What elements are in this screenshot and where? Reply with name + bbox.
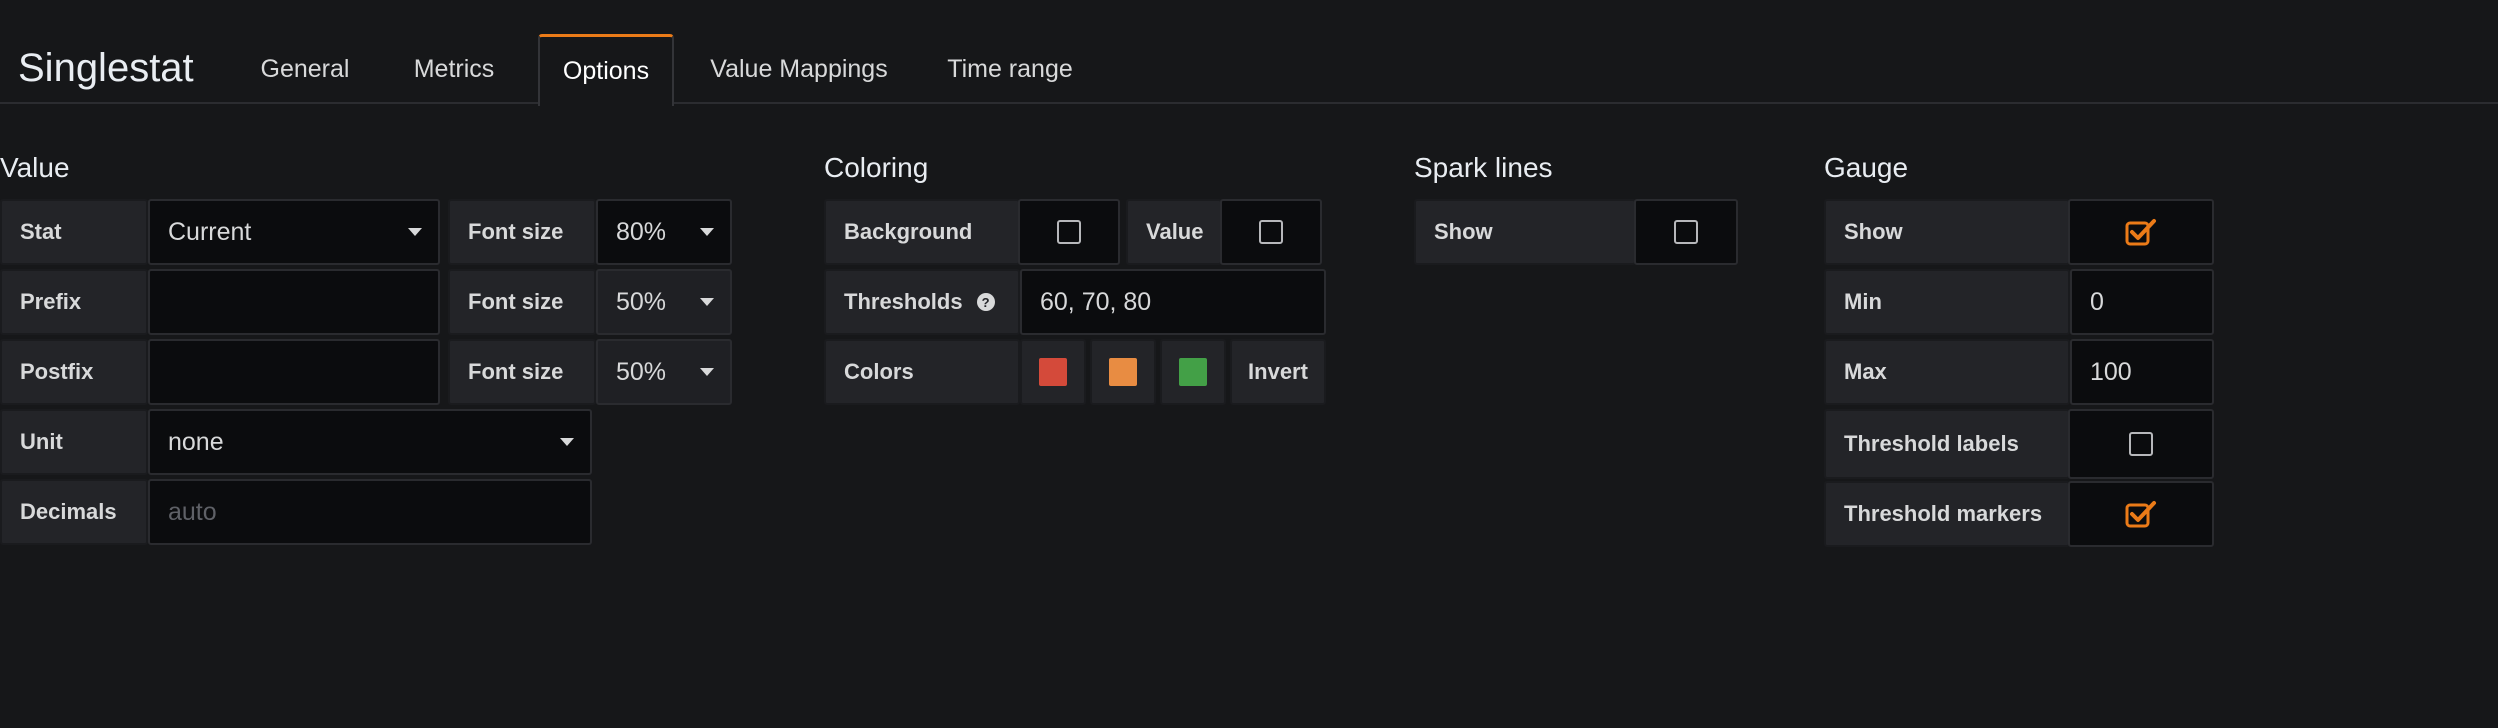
- postfix-label: Postfix: [0, 339, 148, 405]
- coloring-section-title: Coloring: [824, 152, 929, 183]
- decimals-label: Decimals: [0, 479, 148, 545]
- thresholds-label-text: Thresholds: [844, 289, 963, 314]
- thresholds-label: Thresholds ?: [824, 269, 1020, 335]
- gauge-show-label: Show: [1824, 199, 2070, 265]
- gauge-min-label: Min: [1824, 269, 2070, 335]
- value-checkbox-cell[interactable]: [1220, 199, 1322, 265]
- color-swatch-green[interactable]: [1179, 358, 1207, 386]
- checked-checkbox-icon[interactable]: [2124, 499, 2158, 529]
- gauge-max-input[interactable]: 100: [2070, 339, 2214, 405]
- gauge-min-input[interactable]: 0: [2070, 269, 2214, 335]
- postfix-font-size-value: 50%: [616, 357, 667, 386]
- prefix-label: Prefix: [0, 269, 148, 335]
- threshold-labels-label: Threshold labels: [1824, 409, 2070, 479]
- caret-down-icon: [700, 298, 714, 306]
- invert-colors-button[interactable]: Invert: [1230, 339, 1326, 405]
- spark-lines-show-checkbox[interactable]: [1674, 220, 1698, 244]
- color-swatch-cell-3[interactable]: [1160, 339, 1226, 405]
- postfix-input[interactable]: [148, 339, 440, 405]
- background-label: Background: [824, 199, 1020, 265]
- gauge-section-title: Gauge: [1824, 152, 1909, 183]
- stat-select[interactable]: Current: [148, 199, 440, 265]
- unit-select[interactable]: none: [148, 409, 592, 475]
- color-swatch-orange[interactable]: [1109, 358, 1137, 386]
- spark-lines-show-label: Show: [1414, 199, 1636, 265]
- threshold-markers-label: Threshold markers: [1824, 481, 2070, 547]
- tab-value-mappings[interactable]: Value Mappings: [694, 34, 904, 104]
- panel-editor-header: [0, 0, 2498, 104]
- caret-down-icon: [700, 368, 714, 376]
- spark-lines-section-title: Spark lines: [1414, 152, 1553, 183]
- postfix-font-size-label: Font size: [448, 339, 596, 405]
- thresholds-input[interactable]: 60, 70, 80: [1020, 269, 1326, 335]
- stat-font-size-select[interactable]: 80%: [596, 199, 732, 265]
- stat-font-size-value: 80%: [616, 217, 667, 246]
- tab-time-range[interactable]: Time range: [932, 34, 1088, 104]
- prefix-font-size-select[interactable]: 50%: [596, 269, 732, 335]
- unit-label: Unit: [0, 409, 148, 475]
- tab-options[interactable]: Options: [538, 34, 674, 106]
- stat-select-value: Current: [168, 217, 252, 246]
- colors-label: Colors: [824, 339, 1020, 405]
- postfix-font-size-select[interactable]: 50%: [596, 339, 732, 405]
- threshold-labels-checkbox-cell[interactable]: [2068, 409, 2214, 479]
- threshold-markers-checkbox-cell[interactable]: [2068, 481, 2214, 547]
- checked-checkbox-icon[interactable]: [2124, 217, 2158, 247]
- prefix-input[interactable]: [148, 269, 440, 335]
- unit-select-value: none: [168, 427, 224, 456]
- stat-font-size-label: Font size: [448, 199, 596, 265]
- stat-label: Stat: [0, 199, 148, 265]
- color-swatch-cell-1[interactable]: [1020, 339, 1086, 405]
- caret-down-icon: [560, 438, 574, 446]
- threshold-labels-checkbox[interactable]: [2129, 432, 2153, 456]
- caret-down-icon: [408, 228, 422, 236]
- spark-lines-checkbox-cell[interactable]: [1634, 199, 1738, 265]
- color-swatch-cell-2[interactable]: [1090, 339, 1156, 405]
- tab-metrics[interactable]: Metrics: [382, 34, 526, 104]
- coloring-value-label: Value: [1126, 199, 1222, 265]
- decimals-placeholder: auto: [168, 497, 217, 526]
- gauge-max-label: Max: [1824, 339, 2070, 405]
- prefix-font-size-value: 50%: [616, 287, 667, 316]
- background-checkbox[interactable]: [1057, 220, 1081, 244]
- caret-down-icon: [700, 228, 714, 236]
- color-swatch-red[interactable]: [1039, 358, 1067, 386]
- value-section-title: Value: [0, 152, 70, 183]
- tab-general[interactable]: General: [238, 34, 372, 104]
- question-circle-icon[interactable]: ?: [976, 293, 995, 311]
- panel-type-title: Singlestat: [18, 46, 194, 90]
- value-checkbox[interactable]: [1259, 220, 1283, 244]
- background-checkbox-cell[interactable]: [1018, 199, 1120, 265]
- prefix-font-size-label: Font size: [448, 269, 596, 335]
- decimals-input[interactable]: auto: [148, 479, 592, 545]
- gauge-show-checkbox-cell[interactable]: [2068, 199, 2214, 265]
